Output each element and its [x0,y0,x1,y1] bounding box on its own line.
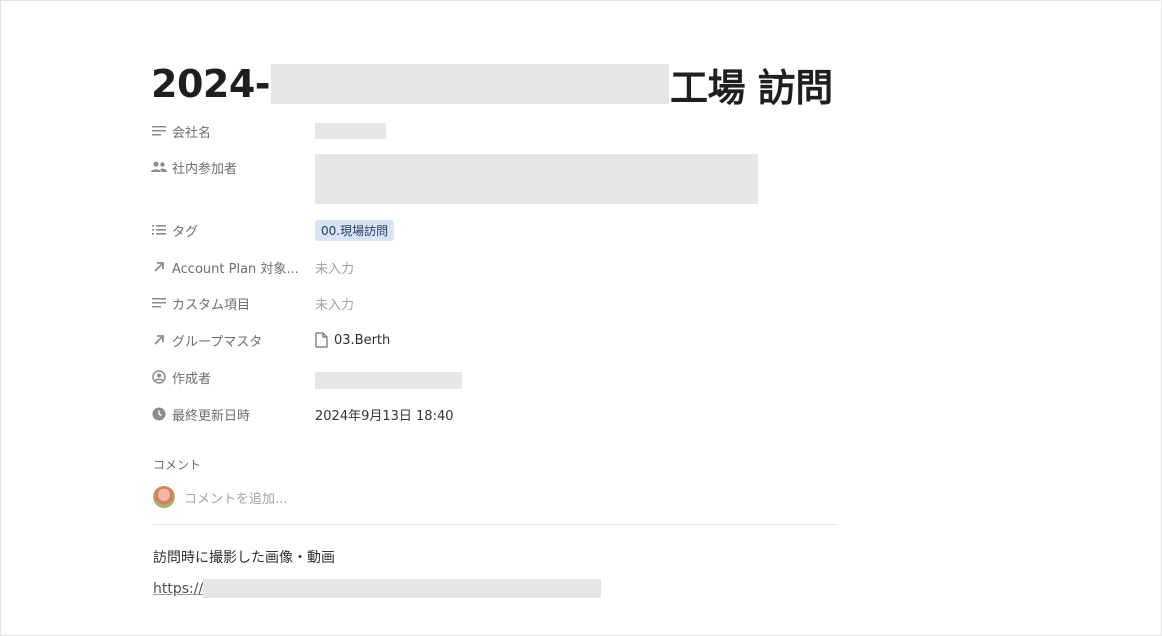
property-participants: 社内参加者 [151,154,758,206]
property-label-group-master[interactable]: グループマスタ [151,331,315,350]
page-frame: 2024- 工場 訪問 会社名 社内参加者 タグ 00.現場訪問 Account… [0,0,1162,636]
comment-row: コメントを追加... [153,486,287,508]
title-prefix: 2024- [151,62,271,106]
property-label-created-by[interactable]: 作成者 [151,368,315,387]
property-created-by: 作成者 [151,366,462,389]
clock-icon [151,406,167,422]
linked-page[interactable]: 03.Berth [315,332,390,348]
property-label-tags[interactable]: タグ [151,221,315,240]
property-value-custom-item[interactable]: 未入力 [315,294,354,313]
body-paragraph[interactable]: 訪問時に撮影した画像・動画 [153,547,335,567]
url-link[interactable]: https:// [153,579,602,598]
property-company: 会社名 [151,120,386,142]
participants-redaction [315,154,758,204]
avatar [153,486,175,508]
relation-arrow-icon [151,332,167,348]
url-redaction [203,579,602,598]
page-icon [315,332,328,348]
title-suffix: 工場 訪問 [670,65,833,110]
property-value-company[interactable] [315,123,386,139]
property-value-created-by[interactable] [315,366,462,389]
title-redaction [271,64,670,104]
property-label-participants[interactable]: 社内参加者 [151,156,315,178]
relation-arrow-icon [151,259,167,275]
comments-heading: コメント [153,458,202,472]
comment-input[interactable]: コメントを追加... [184,488,287,507]
people-icon [151,159,167,175]
text-lines-icon [151,295,167,311]
property-value-group-master: 03.Berth [315,332,390,348]
property-value-last-edited: 2024年9月13日 18:40 [315,408,454,424]
property-custom-item: カスタム項目 未入力 [151,292,354,314]
property-group-master: グループマスタ 03.Berth [151,329,390,351]
divider [153,524,837,525]
tag-chip[interactable]: 00.現場訪問 [315,219,395,241]
property-value-tags[interactable]: 00.現場訪問 [315,219,395,241]
list-icon [151,222,167,238]
property-value-participants[interactable] [315,154,758,204]
creator-redaction [315,371,462,389]
property-value-account-plan[interactable]: 未入力 [315,258,354,277]
property-account-plan: Account Plan 対象... 未入力 [151,256,354,278]
property-label-account-plan[interactable]: Account Plan 対象... [151,258,315,277]
linked-page-title: 03.Berth [334,332,391,348]
page-title[interactable]: 2024- 工場 訪問 [151,59,833,110]
person-circle-icon [151,369,167,385]
company-redaction [315,123,386,139]
property-label-custom-item[interactable]: カスタム項目 [151,294,315,313]
url-prefix: https:// [153,580,204,597]
property-label-company[interactable]: 会社名 [151,122,315,141]
property-tags: タグ 00.現場訪問 [151,219,395,241]
text-lines-icon [151,123,167,139]
property-last-edited: 最終更新日時 2024年9月13日 18:40 [151,403,454,425]
property-label-last-edited[interactable]: 最終更新日時 [151,405,315,424]
